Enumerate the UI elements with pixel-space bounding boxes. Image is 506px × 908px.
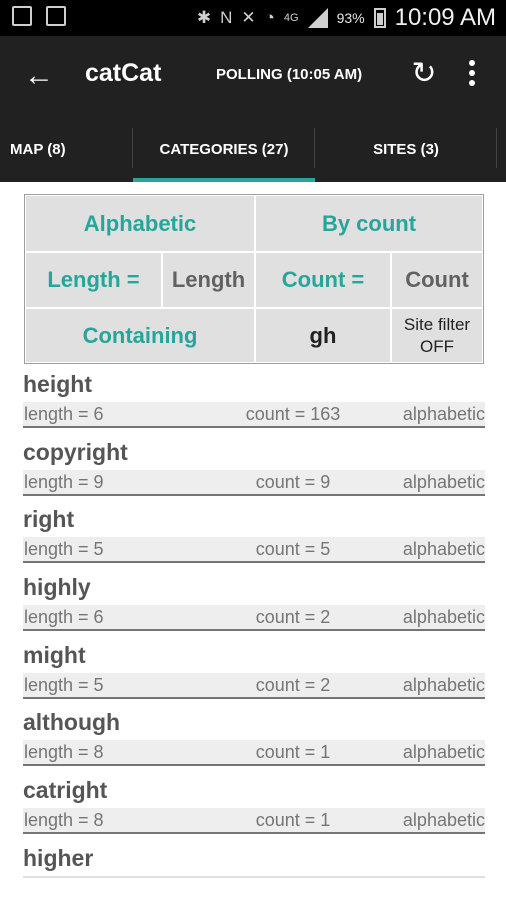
category-name: right [23, 506, 75, 533]
category-meta: length = 6 count = 163 alphabetic [23, 402, 485, 428]
count-value: count = 2 [255, 674, 331, 695]
length-value: length = 5 [24, 539, 104, 560]
bluetooth-icon: ✱ [196, 8, 212, 27]
site-filter-state: OFF [420, 336, 454, 356]
contains-input[interactable]: gh [255, 308, 391, 363]
refresh-icon[interactable]: ↻ [408, 56, 440, 92]
list-bottom-divider [23, 876, 485, 878]
category-name: although [23, 709, 121, 736]
app-title: catCat [85, 59, 162, 87]
notification-icons [12, 6, 66, 26]
tab-bar: MAP (8) CATEGORIES (27) SITES (3) [0, 116, 506, 182]
site-filter-toggle[interactable]: Site filter OFF [391, 308, 483, 363]
sim-icon [12, 6, 32, 26]
tab-selected-indicator [133, 178, 315, 182]
category-name: height [23, 371, 92, 397]
gallery-icon [46, 6, 66, 26]
tab-categories-label: CATEGORIES (27) [159, 140, 289, 158]
list-item[interactable]: highly length = 6 count = 2 alphabetic [23, 569, 485, 637]
more-options-icon[interactable] [462, 60, 482, 94]
length-equals-button[interactable]: Length = [25, 252, 162, 308]
tab-sites[interactable]: SITES (3) [315, 116, 497, 182]
category-name: might [23, 641, 86, 668]
length-input[interactable]: Length [162, 252, 255, 308]
count-input[interactable]: Count [391, 252, 483, 308]
alphabetic-button[interactable]: Alphabetic [25, 195, 255, 252]
count-equals-button[interactable]: Count = [255, 252, 391, 308]
sort-order: alphabetic [402, 539, 485, 560]
network-type: 4G [283, 12, 299, 24]
list-item[interactable]: although length = 8 count = 1 alphabetic [23, 704, 485, 772]
list-item[interactable]: copyright length = 9 count = 9 alphabeti… [23, 434, 485, 502]
count-value: count = 9 [255, 471, 331, 492]
app-bar: ← catCat POLLING (10:05 AM) ↻ [0, 36, 506, 116]
sort-order: alphabetic [402, 742, 485, 763]
list-item[interactable]: might length = 5 count = 2 alphabetic [23, 637, 485, 705]
sort-order: alphabetic [402, 404, 485, 424]
sort-order: alphabetic [402, 607, 485, 628]
tab-sites-label: SITES (3) [373, 140, 439, 158]
containing-button[interactable]: Containing [25, 308, 255, 363]
category-meta: length = 6 count = 2 alphabetic [23, 605, 485, 632]
tab-map-label: MAP (8) [10, 140, 66, 158]
clock: 10:09 AM [394, 4, 496, 31]
site-filter-label: Site filter [403, 314, 471, 334]
wifi-icon: ◔ [264, 8, 275, 27]
tab-map[interactable]: MAP (8) [0, 116, 133, 182]
length-value: length = 6 [24, 607, 104, 628]
count-value: count = 2 [255, 607, 331, 628]
filter-grid: Alphabetic By count Length = Length Coun… [24, 194, 484, 364]
system-icons: ✱ N ✕ ◔ 4G 93% 10:09 AM [197, 4, 496, 32]
list-item[interactable]: height length = 6 count = 163 alphabetic [23, 366, 485, 434]
count-value: count = 1 [255, 742, 331, 763]
count-value: count = 1 [255, 810, 331, 831]
polling-button[interactable]: POLLING (10:05 AM) [216, 66, 362, 83]
battery-percent: 93% [336, 10, 365, 26]
category-meta: length = 9 count = 9 alphabetic [23, 469, 485, 496]
back-arrow-icon[interactable]: ← [24, 58, 56, 94]
category-name: copyright [23, 438, 128, 465]
signal-icon [307, 8, 328, 28]
status-bar: ✱ N ✕ ◔ 4G 93% 10:09 AM [0, 0, 506, 36]
length-value: length = 5 [24, 674, 104, 695]
category-meta: length = 8 count = 1 alphabetic [23, 740, 485, 767]
length-value: length = 6 [24, 404, 104, 424]
list-item[interactable]: higher [23, 840, 485, 908]
list-item[interactable]: catright length = 8 count = 1 alphabetic [23, 772, 485, 840]
count-value: count = 5 [255, 539, 331, 560]
category-list: height length = 6 count = 163 alphabetic… [23, 366, 485, 908]
category-name: catright [23, 777, 108, 804]
list-item[interactable]: right length = 5 count = 5 alphabetic [23, 501, 485, 569]
mute-icon: ✕ [241, 8, 256, 27]
tab-divider [496, 128, 497, 168]
category-meta: length = 5 count = 5 alphabetic [23, 537, 485, 564]
category-meta: length = 8 count = 1 alphabetic [23, 808, 485, 835]
category-meta: length = 5 count = 2 alphabetic [23, 672, 485, 699]
length-value: length = 9 [24, 471, 104, 492]
count-value: count = 163 [245, 404, 341, 424]
by-count-button[interactable]: By count [255, 195, 483, 252]
category-name: higher [23, 844, 94, 871]
sort-order: alphabetic [402, 674, 485, 695]
sort-order: alphabetic [402, 810, 485, 831]
battery-icon [373, 8, 386, 28]
tab-categories[interactable]: CATEGORIES (27) [133, 116, 315, 182]
length-value: length = 8 [24, 742, 104, 763]
length-value: length = 8 [24, 810, 104, 831]
nfc-icon: N [220, 8, 233, 27]
sort-order: alphabetic [402, 471, 485, 492]
category-name: highly [23, 574, 91, 601]
